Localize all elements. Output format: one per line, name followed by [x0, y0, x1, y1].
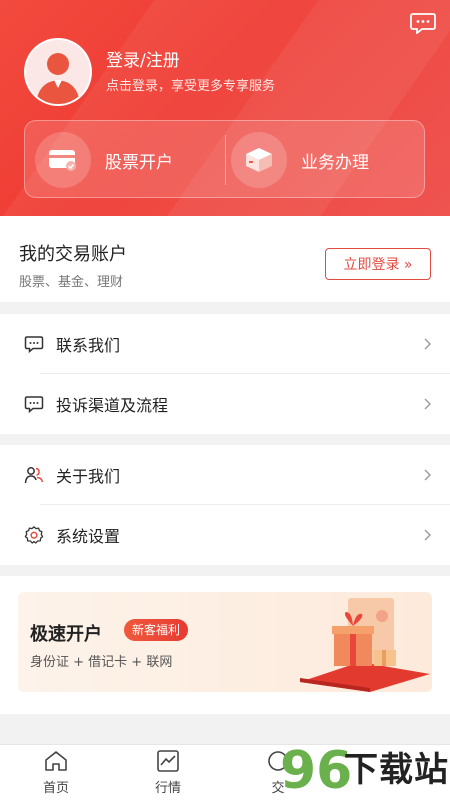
section-title: 我的交易账户 — [19, 244, 127, 265]
chart-icon — [157, 750, 179, 772]
quick-actions-card: 股票开户 业务办理 — [24, 120, 425, 198]
tab-label: 行情 — [154, 781, 181, 796]
menu-item-contact-us[interactable]: 联系我们 — [0, 314, 450, 374]
chevron-right-icon — [424, 398, 431, 410]
fast-account-opening-banner[interactable]: 极速开户 新客福利 身份证 + 借记卡 + 联网 — [18, 592, 432, 692]
menu-item-system-settings[interactable]: 系统设置 — [0, 505, 450, 565]
login-register-link[interactable]: 登录/注册 — [106, 46, 180, 71]
menu-item-about-us[interactable]: 关于我们 — [0, 445, 450, 505]
user-avatar-icon — [36, 53, 80, 104]
chevron-right-icon — [424, 338, 431, 350]
tab-home[interactable]: 首页 — [26, 749, 86, 799]
quick-action-label: 业务办理 — [301, 152, 369, 173]
promo-title: 极速开户 — [30, 624, 102, 645]
avatar[interactable] — [24, 38, 92, 106]
people-icon — [24, 467, 44, 484]
open-stock-account-button[interactable]: 股票开户 — [35, 131, 173, 189]
divider — [225, 135, 226, 185]
menu-item-label: 系统设置 — [56, 527, 121, 546]
section-subtitle: 股票、基金、理财 — [19, 275, 124, 290]
gear-icon — [24, 526, 44, 544]
chevron-right-icon — [424, 529, 431, 541]
menu-item-complaint-channels[interactable]: 投诉渠道及流程 — [0, 374, 450, 434]
tab-label: 首页 — [42, 781, 69, 796]
chat-bubble-icon — [24, 396, 44, 414]
message-icon[interactable] — [410, 12, 436, 34]
chevron-right-icon — [424, 469, 431, 481]
new-customer-badge: 新客福利 — [124, 619, 189, 641]
login-subtitle: 点击登录，享受更多专享服务 — [106, 79, 276, 94]
quick-action-label: 股票开户 — [105, 152, 173, 173]
bank-card-icon — [35, 132, 91, 188]
menu-item-label: 联系我们 — [56, 336, 121, 355]
gift-box-illustration — [300, 598, 430, 692]
trading-account-section: 我的交易账户 股票、基金、理财 立即登录 » — [0, 216, 450, 302]
box-icon — [231, 132, 287, 188]
profile-header: 登录/注册 点击登录，享受更多专享服务 股票开户 业务办理 — [0, 0, 450, 216]
menu-item-label: 关于我们 — [56, 467, 121, 486]
business-handling-button[interactable]: 业务办理 — [231, 131, 369, 189]
menu-group: 关于我们 系统设置 — [0, 445, 450, 565]
login-now-button[interactable]: 立即登录 » — [325, 248, 431, 280]
chat-bubble-icon — [24, 336, 44, 354]
promo-subtitle: 身份证 + 借记卡 + 联网 — [30, 655, 173, 670]
tab-market[interactable]: 行情 — [138, 749, 198, 799]
home-icon — [45, 751, 67, 771]
menu-group: 联系我们 投诉渠道及流程 — [0, 314, 450, 434]
menu-item-label: 投诉渠道及流程 — [56, 396, 169, 415]
watermark-number: 96 — [280, 741, 352, 800]
watermark-text: 下载站 — [344, 750, 449, 790]
promo-section: 极速开户 新客福利 身份证 + 借记卡 + 联网 — [0, 576, 450, 714]
